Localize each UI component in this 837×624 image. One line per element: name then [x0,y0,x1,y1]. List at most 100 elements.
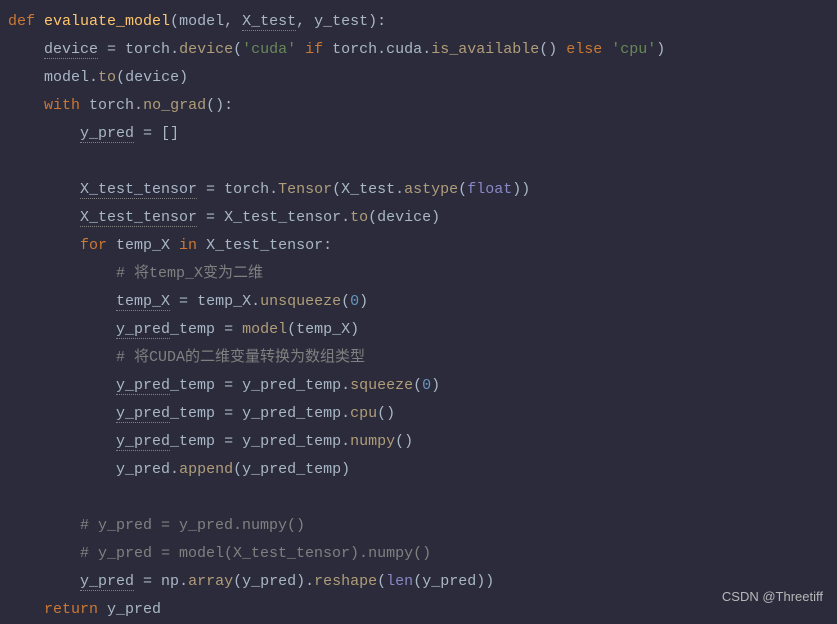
code-token: is_available [431,41,539,58]
code-token: cpu [350,405,377,422]
code-token: ) [341,461,350,478]
code-token: model [44,69,89,86]
code-token: = [215,433,242,450]
code-token: float [467,181,512,198]
code-token: X_test_tensor [80,209,197,227]
code-line[interactable]: y_pred = np.array(y_pred).reshape(len(y_… [8,568,837,596]
code-line[interactable]: y_pred_temp = y_pred_temp.squeeze(0) [8,372,837,400]
code-token: = [215,321,242,338]
code-token: len [386,573,413,590]
code-token: # 将CUDA的二维变量转换为数组类型 [116,349,365,366]
code-line[interactable]: # 将temp_X变为二维 [8,260,837,288]
code-token: _temp [170,405,215,422]
code-line[interactable]: def evaluate_model(model, X_test, y_test… [8,8,837,36]
code-token: )) [512,181,530,198]
code-token: = [170,293,197,310]
code-line[interactable]: model.to(device) [8,64,837,92]
code-line[interactable]: # y_pred = model(X_test_tensor).numpy() [8,540,837,568]
code-token: = [134,125,161,142]
code-token: torch [332,41,377,58]
code-line[interactable]: y_pred_temp = y_pred_temp.numpy() [8,428,837,456]
code-token: ( [233,573,242,590]
code-token: ( [116,69,125,86]
code-token: if [296,41,332,58]
code-token: ( [233,41,242,58]
code-token: = [215,377,242,394]
code-token: y_pred [107,601,161,618]
code-line[interactable]: return y_pred [8,596,837,624]
code-line[interactable]: temp_X = temp_X.unsqueeze(0) [8,288,837,316]
code-token: ( [170,13,179,30]
code-line[interactable]: X_test_tensor = X_test_tensor.to(device) [8,204,837,232]
code-token: y_pred [422,573,476,590]
code-token: with [44,97,89,114]
code-token: ( [413,377,422,394]
code-token: _temp [170,377,215,394]
code-editor[interactable]: def evaluate_model(model, X_test, y_test… [8,8,837,624]
code-line[interactable] [8,484,837,512]
code-token: y_pred [116,405,170,423]
code-token: ( [458,181,467,198]
code-token: y_pred_temp [242,461,341,478]
code-token: # y_pred = model(X_test_tensor).numpy() [80,545,431,562]
code-token: y_pred [116,461,170,478]
code-token: array [188,573,233,590]
code-line[interactable]: with torch.no_grad(): [8,92,837,120]
code-token: ) [431,377,440,394]
code-line[interactable]: X_test_tensor = torch.Tensor(X_test.asty… [8,176,837,204]
code-token: temp_X [116,237,170,254]
code-token: y_pred_temp [242,405,341,422]
code-token: y_pred_temp [242,433,341,450]
code-token: = [98,41,125,58]
code-token: model [179,13,224,30]
code-line[interactable]: y_pred_temp = y_pred_temp.cpu() [8,400,837,428]
code-token: . [341,433,350,450]
code-token: y_pred_temp [242,377,341,394]
code-token: X_test_tensor [206,237,323,254]
code-token: . [422,41,431,58]
code-line[interactable]: y_pred = [] [8,120,837,148]
code-token: _temp [170,321,215,338]
code-token: () [539,41,557,58]
code-token: ). [296,573,314,590]
code-line[interactable]: # 将CUDA的二维变量转换为数组类型 [8,344,837,372]
code-token: . [170,41,179,58]
code-token: in [170,237,206,254]
code-token: ( [341,293,350,310]
code-token: ) [431,209,440,226]
code-token: device [125,69,179,86]
code-token: 0 [350,293,359,310]
code-token: 'cpu' [611,41,656,58]
code-token: . [179,573,188,590]
code-token: torch [89,97,134,114]
code-token: 0 [422,377,431,394]
code-token: append [179,461,233,478]
code-token: numpy [350,433,395,450]
code-token: ( [377,573,386,590]
code-token: unsqueeze [260,293,341,310]
code-token: temp_X [296,321,350,338]
code-token: y_pred [116,377,170,395]
code-token: : [323,237,332,254]
code-token: Tensor [278,181,332,198]
code-token: torch [224,181,269,198]
code-token: = [215,405,242,422]
code-line[interactable]: y_pred_temp = model(temp_X) [8,316,837,344]
code-token: ( [413,573,422,590]
code-token: return [44,601,107,618]
code-token: ) [350,321,359,338]
code-line[interactable]: device = torch.device('cuda' if torch.cu… [8,36,837,64]
code-line[interactable]: for temp_X in X_test_tensor: [8,232,837,260]
code-line[interactable]: y_pred.append(y_pred_temp) [8,456,837,484]
code-token: temp_X [116,293,170,311]
code-token: torch [125,41,170,58]
code-line[interactable]: # y_pred = y_pred.numpy() [8,512,837,540]
code-token: X_test_tensor [224,209,341,226]
code-token: device [179,41,233,58]
code-line[interactable] [8,148,837,176]
code-token: [] [161,125,179,142]
code-token: ) [179,69,188,86]
code-token: model [242,321,287,338]
code-token: X_test [341,181,395,198]
code-token: y_pred [116,321,170,339]
